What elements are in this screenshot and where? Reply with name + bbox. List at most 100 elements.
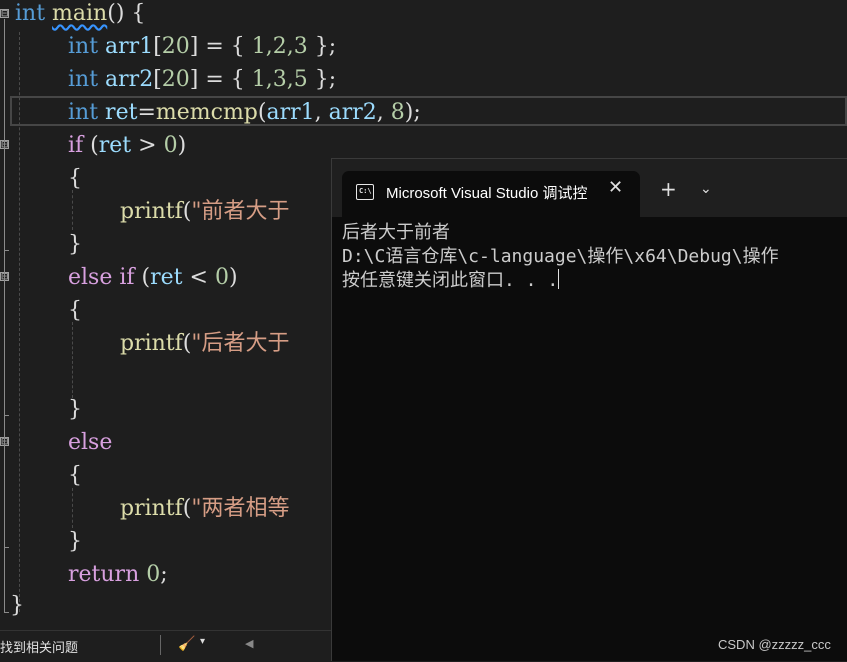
- code-line-11: printf("后者大于: [120, 327, 290, 360]
- code-line-10: {: [68, 294, 82, 327]
- code-line-16: printf("两者相等: [120, 492, 290, 525]
- code-line-14: else: [68, 426, 112, 459]
- token: printf: [120, 199, 183, 224]
- status-bar: 找到相关问题 🧹 ▾ ◀: [0, 630, 331, 662]
- token: return: [68, 562, 140, 587]
- token: printf: [120, 496, 183, 521]
- token: ret: [150, 265, 183, 290]
- fold-line-else: [4, 447, 5, 547]
- token: "前者大于: [191, 199, 290, 224]
- token: printf: [120, 331, 183, 356]
- token: ret: [98, 133, 132, 158]
- text-cursor: [558, 269, 560, 289]
- code-line-15: {: [68, 459, 82, 492]
- token: else: [68, 265, 113, 290]
- fold-line-else-if: [4, 282, 5, 415]
- token: };: [307, 34, 337, 59]
- token: =: [137, 100, 156, 125]
- terminal-window: C:\ Microsoft Visual Studio 调试控 ✕ + ⌄ 后者…: [331, 158, 847, 661]
- terminal-tab[interactable]: C:\ Microsoft Visual Studio 调试控 ✕: [342, 171, 640, 217]
- token: int: [15, 1, 46, 26]
- token: <: [182, 265, 215, 290]
- token: >: [131, 133, 164, 158]
- token: 0: [214, 265, 229, 290]
- token: 20: [161, 34, 190, 59]
- token: ,: [376, 100, 391, 125]
- token: arr1: [105, 34, 154, 59]
- terminal-output-line: D:\C语言仓库\c-language\操作\x64\Debug\操作: [342, 246, 779, 267]
- token: }: [10, 593, 24, 618]
- code-line-7: printf("前者大于: [120, 195, 290, 228]
- token: "后者大于: [191, 331, 290, 356]
- token: int: [68, 34, 99, 59]
- code-line-17: }: [68, 525, 82, 558]
- token: ;: [160, 562, 168, 587]
- code-line-13: }: [68, 393, 82, 426]
- code-line-19: }: [10, 589, 24, 622]
- code-line-4: int ret=memcmp(arr1, arr2, 8);: [68, 96, 421, 129]
- fold-toggle-main[interactable]: ⊟: [0, 9, 9, 19]
- indent-guide: [72, 190, 73, 230]
- terminal-tab-bar: C:\ Microsoft Visual Studio 调试控 ✕ + ⌄: [332, 159, 847, 217]
- terminal-tab-title: Microsoft Visual Studio 调试控: [386, 185, 588, 202]
- token: () {: [107, 1, 146, 26]
- indent-guide: [72, 488, 73, 528]
- token: arr1: [266, 100, 315, 125]
- code-line-1: int main() {: [15, 0, 145, 30]
- token-function-main: main: [52, 1, 108, 26]
- chevron-down-icon[interactable]: ⌄: [700, 181, 712, 197]
- console-icon: C:\: [356, 184, 374, 200]
- token: 20: [161, 67, 190, 92]
- token: ,: [314, 100, 329, 125]
- token: }: [68, 232, 82, 257]
- token: [: [153, 67, 162, 92]
- token: }: [68, 529, 82, 554]
- token: if: [112, 265, 135, 290]
- token: ] = {: [189, 34, 252, 59]
- token: (: [83, 133, 99, 158]
- token: 8: [390, 100, 405, 125]
- token: {: [68, 166, 82, 191]
- token: 1,3,5: [251, 67, 308, 92]
- status-divider: [160, 635, 161, 655]
- terminal-prompt-text: 按任意键关闭此窗口. . .: [342, 270, 559, 291]
- fold-end-else-if: [4, 415, 9, 416]
- close-icon[interactable]: ✕: [608, 177, 623, 198]
- token: int: [68, 100, 99, 125]
- token: ] = {: [189, 67, 252, 92]
- token: int: [68, 67, 99, 92]
- new-tab-button[interactable]: +: [660, 177, 677, 201]
- code-line-8: }: [68, 228, 82, 261]
- code-line-5: if (ret > 0): [68, 129, 186, 162]
- fold-end-main: [4, 612, 9, 613]
- fold-end-else: [4, 547, 9, 548]
- scroll-left-icon[interactable]: ◀: [245, 637, 253, 650]
- token: "两者相等: [191, 496, 290, 521]
- indent-guide: [72, 322, 73, 398]
- fold-line-if: [4, 150, 5, 250]
- token: [: [153, 34, 162, 59]
- code-line-3: int arr2[20] = { 1,3,5 };: [68, 63, 336, 96]
- chevron-down-icon[interactable]: ▾: [200, 636, 205, 647]
- token: 0: [163, 133, 178, 158]
- code-line-6: {: [68, 162, 82, 195]
- token: arr2: [105, 67, 154, 92]
- token: ret: [105, 100, 138, 125]
- token: {: [68, 463, 82, 488]
- token: );: [404, 100, 421, 125]
- token: arr2: [328, 100, 377, 125]
- token: {: [68, 298, 82, 323]
- token: ): [228, 265, 238, 290]
- token: };: [307, 67, 337, 92]
- code-line-9: else if (ret < 0): [68, 261, 238, 294]
- token: ): [177, 133, 187, 158]
- issues-status-text[interactable]: 找到相关问题: [0, 637, 78, 656]
- token: else: [68, 430, 113, 455]
- terminal-output[interactable]: 后者大于前者 D:\C语言仓库\c-language\操作\x64\Debug\操…: [342, 221, 779, 293]
- terminal-output-line: 按任意键关闭此窗口. . .: [342, 269, 779, 293]
- terminal-output-line: 后者大于前者: [342, 222, 450, 243]
- broom-icon[interactable]: 🧹: [178, 635, 195, 652]
- token: (: [134, 265, 151, 290]
- token: if: [68, 133, 84, 158]
- code-line-2: int arr1[20] = { 1,2,3 };: [68, 30, 336, 63]
